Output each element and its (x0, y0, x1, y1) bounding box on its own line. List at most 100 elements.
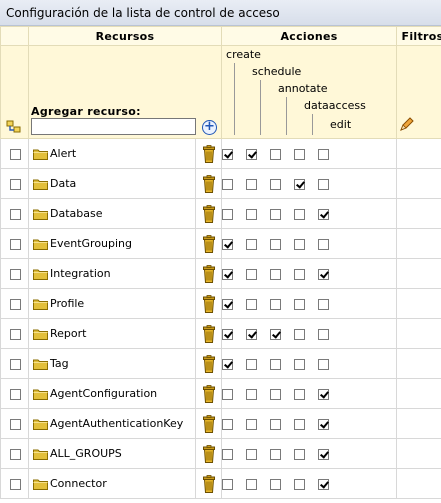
resource-name[interactable]: AgentAuthenticationKey (50, 417, 183, 430)
trash-icon[interactable] (202, 264, 215, 283)
row-select-checkbox[interactable] (10, 478, 21, 490)
perm-annotate-checkbox[interactable] (270, 478, 282, 490)
perm-schedule-checkbox[interactable] (246, 448, 258, 460)
perm-annotate-checkbox[interactable] (270, 418, 282, 430)
perm-edit-checkbox[interactable] (318, 238, 330, 250)
row-select-checkbox[interactable] (10, 178, 21, 190)
perm-create-checkbox[interactable] (222, 388, 234, 400)
perm-dataaccess-checkbox[interactable] (294, 238, 306, 250)
row-select-checkbox[interactable] (10, 148, 21, 160)
perm-annotate-checkbox[interactable] (270, 448, 282, 460)
resource-name[interactable]: EventGrouping (50, 237, 132, 250)
perm-annotate-checkbox[interactable] (270, 208, 282, 220)
perm-create-checkbox[interactable] (222, 478, 234, 490)
perm-create-checkbox[interactable] (222, 418, 234, 430)
perm-edit-checkbox[interactable] (318, 148, 330, 160)
perm-edit-checkbox[interactable] (318, 388, 330, 400)
perm-edit-checkbox[interactable] (318, 418, 330, 430)
perm-create-checkbox[interactable] (222, 178, 234, 190)
row-select-checkbox[interactable] (10, 208, 21, 220)
perm-dataaccess-checkbox[interactable] (294, 208, 306, 220)
perm-schedule-checkbox[interactable] (246, 148, 258, 160)
resource-name[interactable]: ALL_GROUPS (50, 447, 122, 460)
perm-schedule-checkbox[interactable] (246, 388, 258, 400)
perm-dataaccess-checkbox[interactable] (294, 358, 306, 370)
perm-schedule-checkbox[interactable] (246, 178, 258, 190)
perm-edit-checkbox[interactable] (318, 268, 330, 280)
row-select-checkbox[interactable] (10, 388, 21, 400)
perm-dataaccess-checkbox[interactable] (294, 148, 306, 160)
perm-schedule-checkbox[interactable] (246, 238, 258, 250)
row-select-checkbox[interactable] (10, 298, 21, 310)
perm-create-checkbox[interactable] (222, 358, 234, 370)
add-icon[interactable]: + (202, 120, 217, 135)
trash-icon[interactable] (202, 444, 215, 463)
row-select-checkbox[interactable] (10, 418, 21, 430)
perm-edit-checkbox[interactable] (318, 178, 330, 190)
row-select-checkbox[interactable] (10, 238, 21, 250)
perm-dataaccess-checkbox[interactable] (294, 418, 306, 430)
trash-icon[interactable] (202, 354, 215, 373)
trash-icon[interactable] (202, 204, 215, 223)
resource-name[interactable]: Database (50, 207, 103, 220)
perm-schedule-checkbox[interactable] (246, 358, 258, 370)
add-resource-input[interactable] (31, 118, 196, 135)
perm-schedule-checkbox[interactable] (246, 478, 258, 490)
perm-dataaccess-checkbox[interactable] (294, 298, 306, 310)
perm-edit-checkbox[interactable] (318, 358, 330, 370)
perm-dataaccess-checkbox[interactable] (294, 448, 306, 460)
perm-dataaccess-checkbox[interactable] (294, 388, 306, 400)
perm-dataaccess-checkbox[interactable] (294, 268, 306, 280)
perm-annotate-checkbox[interactable] (270, 358, 282, 370)
perm-create-checkbox[interactable] (222, 208, 234, 220)
pencil-icon[interactable] (399, 116, 415, 132)
trash-icon[interactable] (202, 174, 215, 193)
perm-schedule-checkbox[interactable] (246, 328, 258, 340)
trash-icon[interactable] (202, 414, 215, 433)
perm-dataaccess-checkbox[interactable] (294, 328, 306, 340)
perm-annotate-checkbox[interactable] (270, 298, 282, 310)
trash-icon[interactable] (202, 384, 215, 403)
perm-create-checkbox[interactable] (222, 298, 234, 310)
perm-annotate-checkbox[interactable] (270, 238, 282, 250)
trash-icon[interactable] (202, 324, 215, 343)
perm-schedule-checkbox[interactable] (246, 208, 258, 220)
resource-name[interactable]: Data (50, 177, 76, 190)
perm-edit-checkbox[interactable] (318, 208, 330, 220)
trash-icon[interactable] (202, 474, 215, 493)
perm-edit-checkbox[interactable] (318, 328, 330, 340)
perm-annotate-checkbox[interactable] (270, 178, 282, 190)
resource-name[interactable]: Integration (50, 267, 111, 280)
trash-icon[interactable] (202, 294, 215, 313)
row-select-checkbox[interactable] (10, 268, 21, 280)
resource-name[interactable]: Connector (50, 477, 107, 490)
perm-annotate-checkbox[interactable] (270, 268, 282, 280)
perm-dataaccess-checkbox[interactable] (294, 178, 306, 190)
perm-schedule-checkbox[interactable] (246, 268, 258, 280)
row-select-checkbox[interactable] (10, 358, 21, 370)
select-grid-icon[interactable] (6, 120, 22, 134)
row-select-checkbox[interactable] (10, 448, 21, 460)
perm-schedule-checkbox[interactable] (246, 298, 258, 310)
perm-edit-checkbox[interactable] (318, 298, 330, 310)
perm-edit-checkbox[interactable] (318, 478, 330, 490)
perm-schedule-checkbox[interactable] (246, 418, 258, 430)
perm-create-checkbox[interactable] (222, 148, 234, 160)
perm-annotate-checkbox[interactable] (270, 148, 282, 160)
perm-annotate-checkbox[interactable] (270, 328, 282, 340)
perm-annotate-checkbox[interactable] (270, 388, 282, 400)
resource-name[interactable]: Alert (50, 147, 76, 160)
resource-name[interactable]: Profile (50, 297, 84, 310)
perm-dataaccess-checkbox[interactable] (294, 478, 306, 490)
resource-name[interactable]: AgentConfiguration (50, 387, 157, 400)
perm-edit-checkbox[interactable] (318, 448, 330, 460)
trash-icon[interactable] (202, 234, 215, 253)
perm-create-checkbox[interactable] (222, 268, 234, 280)
perm-create-checkbox[interactable] (222, 448, 234, 460)
row-select-checkbox[interactable] (10, 328, 21, 340)
resource-name[interactable]: Tag (50, 357, 69, 370)
trash-icon[interactable] (202, 144, 215, 163)
perm-create-checkbox[interactable] (222, 328, 234, 340)
resource-name[interactable]: Report (50, 327, 86, 340)
perm-create-checkbox[interactable] (222, 238, 234, 250)
